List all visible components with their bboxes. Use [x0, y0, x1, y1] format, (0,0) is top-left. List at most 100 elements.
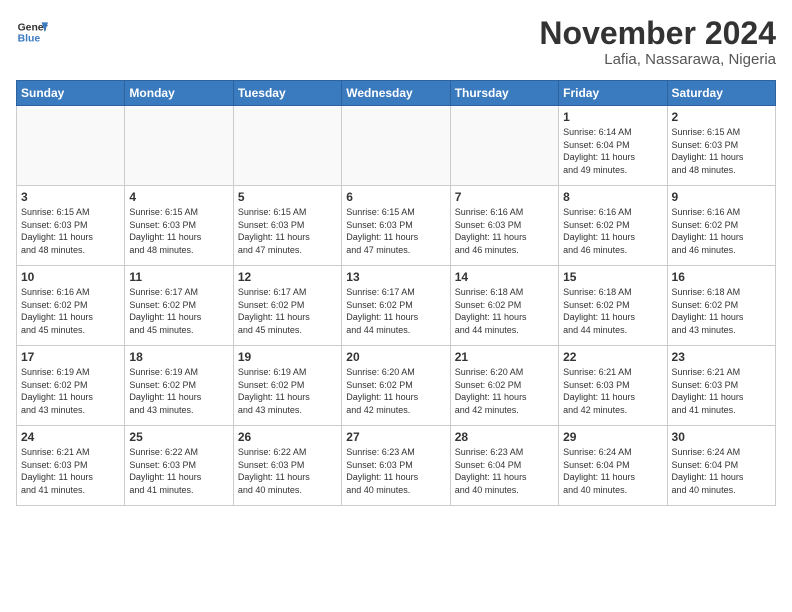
day-info: Sunrise: 6:21 AM Sunset: 6:03 PM Dayligh… [672, 366, 771, 416]
calendar-cell: 9 Sunrise: 6:16 AM Sunset: 6:02 PM Daylig… [667, 186, 775, 266]
calendar-cell: 19 Sunrise: 6:19 AM Sunset: 6:02 PM Dayli… [233, 346, 341, 426]
day-number: 29 [563, 430, 662, 444]
day-info: Sunrise: 6:19 AM Sunset: 6:02 PM Dayligh… [238, 366, 337, 416]
day-number: 14 [455, 270, 554, 284]
day-info: Sunrise: 6:16 AM Sunset: 6:02 PM Dayligh… [672, 206, 771, 256]
day-number: 10 [21, 270, 120, 284]
day-number: 3 [21, 190, 120, 204]
day-info: Sunrise: 6:19 AM Sunset: 6:02 PM Dayligh… [21, 366, 120, 416]
day-info: Sunrise: 6:15 AM Sunset: 6:03 PM Dayligh… [21, 206, 120, 256]
weekday-header-cell: Tuesday [233, 81, 341, 106]
month-title: November 2024 [539, 16, 776, 51]
calendar-week-row: 10 Sunrise: 6:16 AM Sunset: 6:02 PM Dayli… [17, 266, 776, 346]
day-info: Sunrise: 6:20 AM Sunset: 6:02 PM Dayligh… [346, 366, 445, 416]
calendar-cell: 10 Sunrise: 6:16 AM Sunset: 6:02 PM Dayli… [17, 266, 125, 346]
day-number: 6 [346, 190, 445, 204]
calendar-cell: 20Sunrise: 6:20 AM Sunset: 6:02 PM Dayli… [342, 346, 450, 426]
day-number: 12 [238, 270, 337, 284]
calendar-cell [125, 106, 233, 186]
page-header: General Blue November 2024 Lafia, Nassar… [16, 16, 776, 68]
calendar-cell: 25 Sunrise: 6:22 AM Sunset: 6:03 PM Dayli… [125, 426, 233, 506]
title-block: November 2024 Lafia, Nassarawa, Nigeria [539, 16, 776, 68]
calendar-cell: 7 Sunrise: 6:16 AM Sunset: 6:03 PM Daylig… [450, 186, 558, 266]
calendar-cell: 28 Sunrise: 6:23 AM Sunset: 6:04 PM Dayli… [450, 426, 558, 506]
calendar-cell: 1 Sunrise: 6:14 AM Sunset: 6:04 PM Daylig… [559, 106, 667, 186]
calendar-cell: 29 Sunrise: 6:24 AM Sunset: 6:04 PM Dayli… [559, 426, 667, 506]
day-number: 7 [455, 190, 554, 204]
day-info: Sunrise: 6:15 AM Sunset: 6:03 PM Dayligh… [672, 126, 771, 176]
day-info: Sunrise: 6:19 AM Sunset: 6:02 PM Dayligh… [129, 366, 228, 416]
calendar-header: SundayMondayTuesdayWednesdayThursdayFrid… [17, 81, 776, 106]
day-info: Sunrise: 6:16 AM Sunset: 6:02 PM Dayligh… [563, 206, 662, 256]
day-number: 23 [672, 350, 771, 364]
day-info: Sunrise: 6:15 AM Sunset: 6:03 PM Dayligh… [346, 206, 445, 256]
calendar-cell: 16Sunrise: 6:18 AM Sunset: 6:02 PM Dayli… [667, 266, 775, 346]
calendar-cell: 5 Sunrise: 6:15 AM Sunset: 6:03 PM Daylig… [233, 186, 341, 266]
day-info: Sunrise: 6:18 AM Sunset: 6:02 PM Dayligh… [672, 286, 771, 336]
day-info: Sunrise: 6:21 AM Sunset: 6:03 PM Dayligh… [21, 446, 120, 496]
day-number: 25 [129, 430, 228, 444]
weekday-header-row: SundayMondayTuesdayWednesdayThursdayFrid… [17, 81, 776, 106]
calendar-cell [233, 106, 341, 186]
calendar-week-row: 17Sunrise: 6:19 AM Sunset: 6:02 PM Dayli… [17, 346, 776, 426]
calendar-cell: 23 Sunrise: 6:21 AM Sunset: 6:03 PM Dayli… [667, 346, 775, 426]
day-info: Sunrise: 6:23 AM Sunset: 6:03 PM Dayligh… [346, 446, 445, 496]
calendar-week-row: 1 Sunrise: 6:14 AM Sunset: 6:04 PM Daylig… [17, 106, 776, 186]
day-number: 22 [563, 350, 662, 364]
day-info: Sunrise: 6:22 AM Sunset: 6:03 PM Dayligh… [129, 446, 228, 496]
day-info: Sunrise: 6:16 AM Sunset: 6:02 PM Dayligh… [21, 286, 120, 336]
calendar-cell: 18 Sunrise: 6:19 AM Sunset: 6:02 PM Dayli… [125, 346, 233, 426]
location-subtitle: Lafia, Nassarawa, Nigeria [539, 51, 776, 68]
calendar-cell [342, 106, 450, 186]
day-number: 27 [346, 430, 445, 444]
day-info: Sunrise: 6:20 AM Sunset: 6:02 PM Dayligh… [455, 366, 554, 416]
calendar-cell: 2 Sunrise: 6:15 AM Sunset: 6:03 PM Daylig… [667, 106, 775, 186]
day-info: Sunrise: 6:18 AM Sunset: 6:02 PM Dayligh… [563, 286, 662, 336]
day-info: Sunrise: 6:24 AM Sunset: 6:04 PM Dayligh… [563, 446, 662, 496]
day-number: 21 [455, 350, 554, 364]
day-info: Sunrise: 6:17 AM Sunset: 6:02 PM Dayligh… [129, 286, 228, 336]
calendar-cell [450, 106, 558, 186]
day-info: Sunrise: 6:17 AM Sunset: 6:02 PM Dayligh… [346, 286, 445, 336]
day-info: Sunrise: 6:16 AM Sunset: 6:03 PM Dayligh… [455, 206, 554, 256]
calendar-cell: 14 Sunrise: 6:18 AM Sunset: 6:02 PM Dayli… [450, 266, 558, 346]
day-info: Sunrise: 6:22 AM Sunset: 6:03 PM Dayligh… [238, 446, 337, 496]
calendar-cell: 12Sunrise: 6:17 AM Sunset: 6:02 PM Dayli… [233, 266, 341, 346]
day-info: Sunrise: 6:14 AM Sunset: 6:04 PM Dayligh… [563, 126, 662, 176]
day-number: 24 [21, 430, 120, 444]
day-number: 19 [238, 350, 337, 364]
day-number: 26 [238, 430, 337, 444]
day-info: Sunrise: 6:15 AM Sunset: 6:03 PM Dayligh… [129, 206, 228, 256]
weekday-header-cell: Thursday [450, 81, 558, 106]
calendar-cell: 27 Sunrise: 6:23 AM Sunset: 6:03 PM Dayli… [342, 426, 450, 506]
day-number: 5 [238, 190, 337, 204]
calendar-cell [17, 106, 125, 186]
day-number: 1 [563, 110, 662, 124]
svg-text:Blue: Blue [18, 34, 41, 45]
calendar-cell: 21 Sunrise: 6:20 AM Sunset: 6:02 PM Dayli… [450, 346, 558, 426]
calendar-cell: 13 Sunrise: 6:17 AM Sunset: 6:02 PM Dayli… [342, 266, 450, 346]
day-number: 18 [129, 350, 228, 364]
calendar-cell: 24 Sunrise: 6:21 AM Sunset: 6:03 PM Dayli… [17, 426, 125, 506]
day-number: 11 [129, 270, 228, 284]
calendar-table: SundayMondayTuesdayWednesdayThursdayFrid… [16, 80, 776, 506]
day-info: Sunrise: 6:15 AM Sunset: 6:03 PM Dayligh… [238, 206, 337, 256]
day-info: Sunrise: 6:23 AM Sunset: 6:04 PM Dayligh… [455, 446, 554, 496]
day-number: 9 [672, 190, 771, 204]
day-number: 2 [672, 110, 771, 124]
calendar-cell: 11 Sunrise: 6:17 AM Sunset: 6:02 PM Dayli… [125, 266, 233, 346]
day-number: 13 [346, 270, 445, 284]
logo: General Blue [16, 16, 48, 48]
day-number: 28 [455, 430, 554, 444]
day-number: 15 [563, 270, 662, 284]
weekday-header-cell: Friday [559, 81, 667, 106]
weekday-header-cell: Saturday [667, 81, 775, 106]
calendar-week-row: 24 Sunrise: 6:21 AM Sunset: 6:03 PM Dayli… [17, 426, 776, 506]
day-info: Sunrise: 6:18 AM Sunset: 6:02 PM Dayligh… [455, 286, 554, 336]
calendar-week-row: 3 Sunrise: 6:15 AM Sunset: 6:03 PM Daylig… [17, 186, 776, 266]
calendar-cell: 30Sunrise: 6:24 AM Sunset: 6:04 PM Dayli… [667, 426, 775, 506]
day-number: 30 [672, 430, 771, 444]
calendar-cell: 8Sunrise: 6:16 AM Sunset: 6:02 PM Daylig… [559, 186, 667, 266]
calendar-cell: 3 Sunrise: 6:15 AM Sunset: 6:03 PM Daylig… [17, 186, 125, 266]
calendar-cell: 4Sunrise: 6:15 AM Sunset: 6:03 PM Daylig… [125, 186, 233, 266]
